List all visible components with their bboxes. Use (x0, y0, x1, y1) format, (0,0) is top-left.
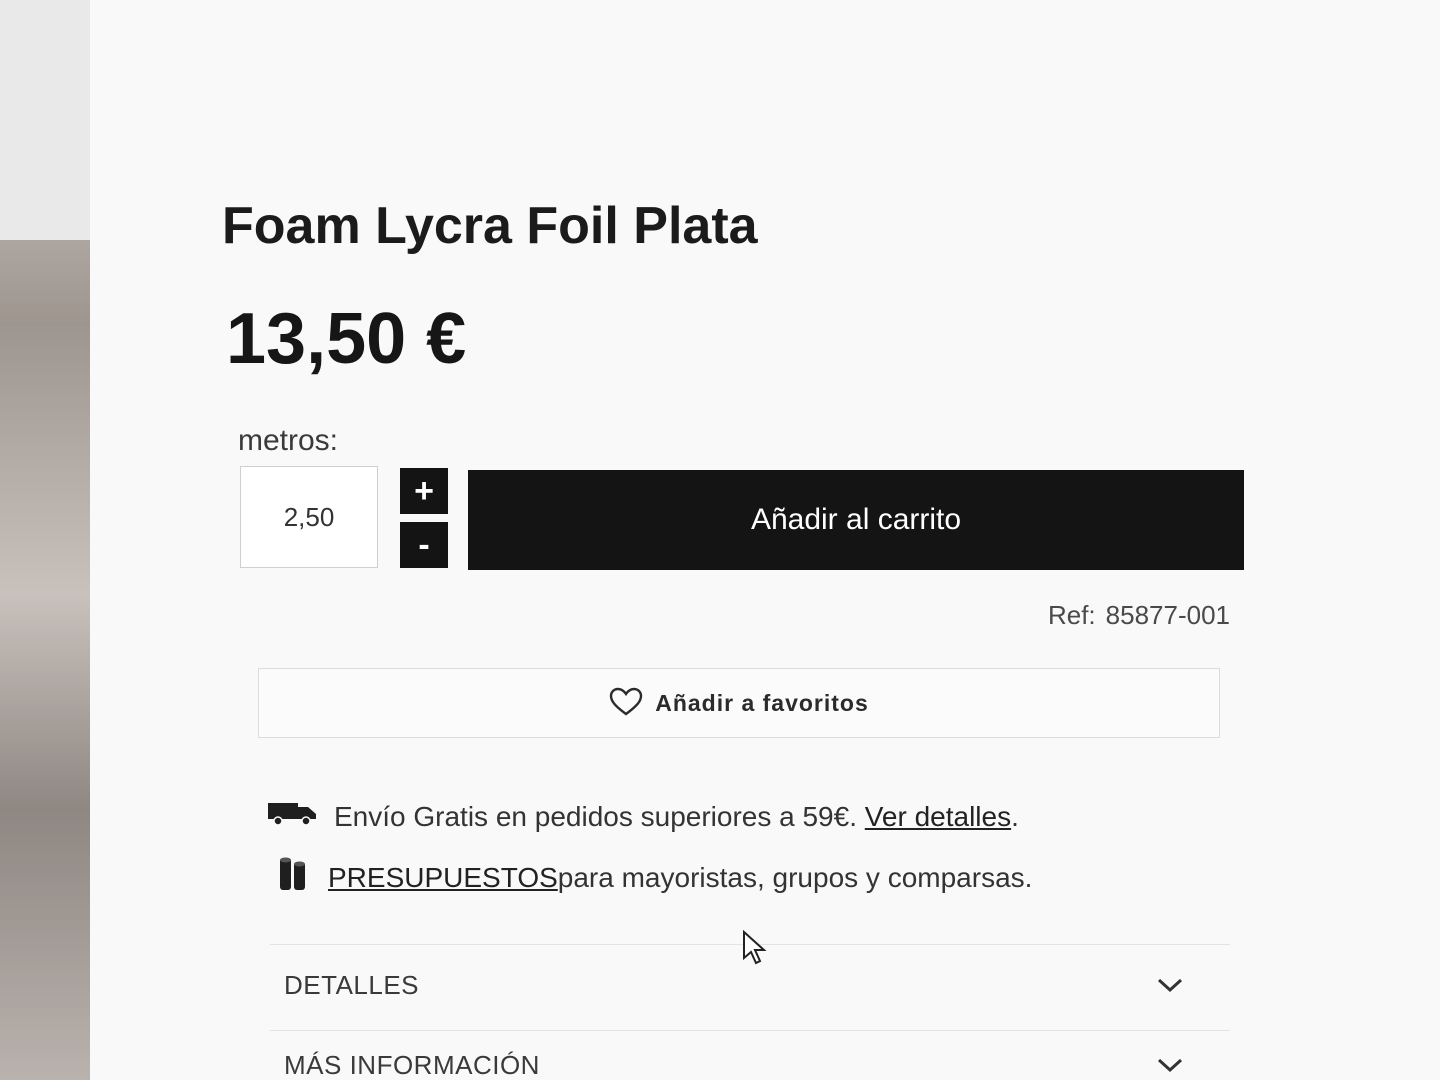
reference-label: Ref: (1047, 600, 1096, 630)
product-price: 13,50 € (226, 299, 467, 379)
product-page: Foam Lycra Foil Plata 13,50 € metros: + … (0, 0, 1440, 1080)
quantity-decrease-button[interactable]: - (400, 522, 448, 568)
accordion-mas-informacion[interactable]: MÁS INFORMACIÓN (284, 1050, 1184, 1080)
chevron-down-icon (1156, 1050, 1184, 1080)
chevron-down-icon (1156, 970, 1184, 1001)
accordion-detalles[interactable]: DETALLES (284, 970, 1184, 1001)
quantity-increase-button[interactable]: + (400, 468, 448, 514)
truck-icon (266, 800, 318, 833)
product-info-panel: Foam Lycra Foil Plata 13,50 € metros: + … (90, 0, 1440, 1080)
quantity-label: metros: (238, 424, 339, 457)
product-title: Foam Lycra Foil Plata (222, 197, 758, 255)
favorites-label: Añadir a favoritos (655, 689, 869, 716)
product-reference: Ref: 85877-001 (1034, 600, 1230, 631)
fabric-rolls-icon (276, 856, 312, 899)
quotes-text: para mayoristas, grupos y comparsas. (557, 861, 1033, 893)
divider (270, 1030, 1230, 1031)
mouse-cursor-icon (742, 929, 768, 971)
shipping-info: Envío Gratis en pedidos superiores a 59€… (266, 800, 1019, 833)
add-to-favorites-button[interactable]: Añadir a favoritos (258, 668, 1220, 738)
quotes-link[interactable]: PRESUPUESTOS (328, 862, 558, 893)
accordion-label: DETALLES (284, 970, 420, 1000)
add-to-cart-button[interactable]: Añadir al carrito (468, 470, 1244, 570)
reference-value: 85877-001 (1105, 600, 1230, 630)
shipping-text: Envío Gratis en pedidos superiores a 59€… (334, 800, 857, 832)
accordion-label: MÁS INFORMACIÓN (284, 1050, 540, 1080)
heart-icon (609, 687, 643, 720)
shipping-details-link[interactable]: Ver detalles (865, 801, 1011, 832)
quantity-input[interactable] (240, 466, 378, 568)
quotes-info: PRESUPUESTOSpara mayoristas, grupos y co… (276, 856, 1032, 899)
shipping-suffix: . (1011, 800, 1019, 832)
